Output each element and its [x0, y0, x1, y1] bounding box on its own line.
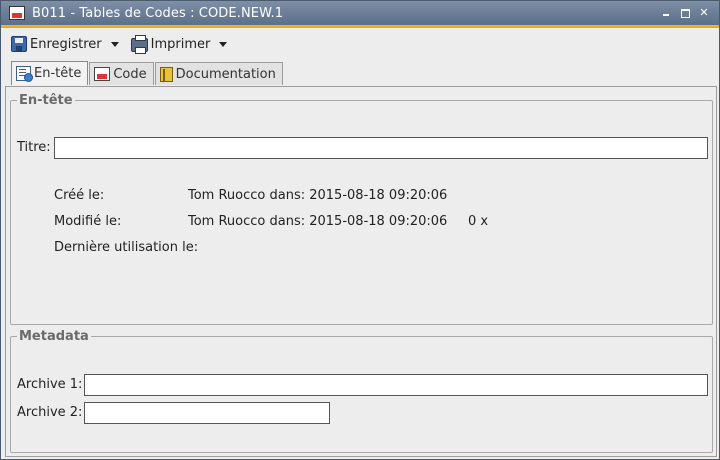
modified-label: Modifié le: [54, 214, 122, 229]
save-button[interactable]: Enregistrer [11, 33, 119, 55]
book-icon [159, 66, 173, 82]
print-label: Imprimer [150, 36, 211, 52]
tab-label: En-tête [34, 66, 82, 81]
created-value: Tom Ruocco dans: 2015-08-18 09:20:06 [188, 188, 448, 203]
tab-en-tete[interactable]: En-tête [11, 61, 89, 85]
archive1-label: Archive 1: [17, 377, 83, 392]
tab-documentation[interactable]: Documentation [154, 62, 283, 85]
tab-code[interactable]: Code [89, 62, 154, 85]
tab-label: Documentation [175, 66, 276, 82]
print-dropdown-arrow-icon[interactable] [219, 41, 228, 47]
tab-bar: En-tête Code Documentation [11, 61, 284, 86]
toolbar: Enregistrer Imprimer [1, 29, 719, 59]
tab-label: Code [113, 66, 147, 82]
modified-count: 0 x [468, 214, 489, 229]
last-used-label: Dernière utilisation le: [54, 240, 199, 255]
title-label: Titre: [17, 140, 51, 155]
document-info-icon [16, 66, 33, 82]
modified-value: Tom Ruocco dans: 2015-08-18 09:20:06 [188, 214, 448, 229]
window-controls: ✕ [661, 7, 709, 18]
archive2-input[interactable] [84, 402, 330, 424]
close-button[interactable]: ✕ [699, 7, 709, 18]
header-group: En-tête Titre: Créé le: Tom Ruocco dans:… [10, 93, 713, 325]
window-title: B011 - Tables de Codes : CODE.NEW.1 [32, 5, 284, 21]
save-disk-icon [11, 36, 27, 52]
maximize-button[interactable] [680, 8, 690, 18]
window: B011 - Tables de Codes : CODE.NEW.1 ✕ En… [0, 0, 720, 460]
code-table-icon [9, 6, 25, 20]
created-label: Créé le: [54, 188, 105, 203]
title-accent-line [1, 25, 719, 28]
minimize-button[interactable] [661, 8, 671, 18]
save-label: Enregistrer [30, 36, 102, 52]
code-table-icon [94, 67, 111, 81]
save-dropdown-arrow-icon[interactable] [110, 41, 119, 47]
archive2-label: Archive 2: [17, 405, 83, 420]
title-input[interactable] [54, 137, 708, 159]
title-bar[interactable]: B011 - Tables de Codes : CODE.NEW.1 ✕ [1, 1, 719, 25]
metadata-group: Metadata Archive 1: Archive 2: [10, 329, 713, 453]
metadata-group-legend: Metadata [17, 329, 91, 344]
archive1-input[interactable] [84, 374, 708, 396]
tab-content: En-tête Titre: Créé le: Tom Ruocco dans:… [5, 86, 717, 457]
printer-icon [130, 35, 148, 54]
header-group-legend: En-tête [17, 93, 75, 108]
print-button[interactable]: Imprimer [130, 33, 228, 55]
